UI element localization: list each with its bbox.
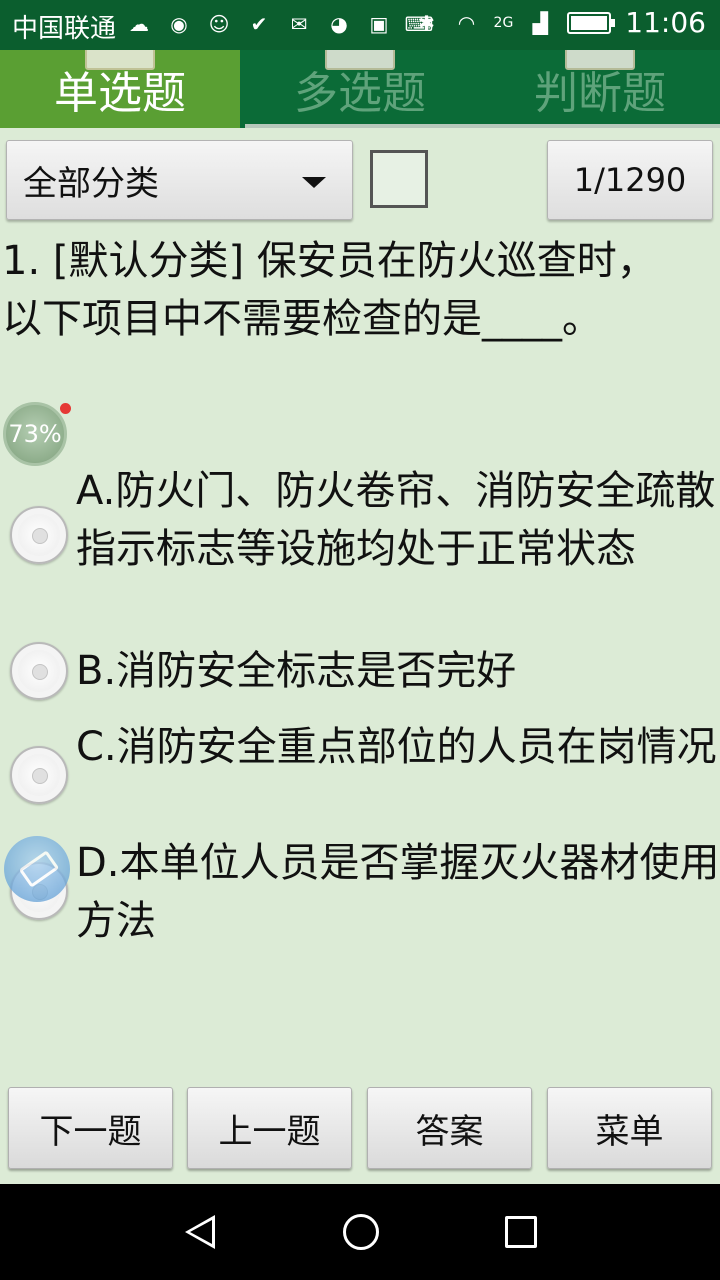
radio-button[interactable] — [10, 642, 68, 700]
cellular-icon: ▟ — [532, 10, 548, 35]
status-bar: 中国联通 ☁ ◉ ☺ ✔ ✉ ◕ ▣ ⌨ ✱ ◠ 2G ▟ 11:06 — [0, 0, 720, 50]
app-icon: ◉ — [170, 12, 188, 36]
category-value: 全部分类 — [23, 163, 159, 204]
radio-button[interactable] — [10, 506, 68, 564]
next-question-button[interactable]: 下一题 — [8, 1087, 173, 1169]
wifi-icon: ◠ — [457, 10, 476, 35]
category-dropdown[interactable]: 全部分类 — [6, 140, 353, 220]
progress-badge[interactable]: 73% — [3, 402, 67, 466]
option-label: B.消防安全标志是否完好 — [76, 648, 517, 694]
option-label: A.防火门、防火卷帘、消防安全疏散指示标志等设施均处于正常状态 — [76, 468, 716, 572]
bluetooth-icon: ✱ — [418, 10, 435, 35]
tab-multiple-choice[interactable]: 多选题 — [240, 50, 480, 128]
notification-icons: ☁ ◉ ☺ ✔ ✉ ◕ ▣ ⌨ — [126, 10, 433, 38]
radio-button[interactable] — [10, 746, 68, 804]
home-icon[interactable] — [343, 1214, 379, 1250]
back-icon[interactable] — [185, 1215, 215, 1249]
option-label: C.消防安全重点部位的人员在岗情况 — [76, 724, 717, 770]
face-icon: ☺ — [208, 12, 230, 36]
battery-icon — [567, 11, 616, 34]
tab-single-choice[interactable]: 单选题 — [0, 50, 240, 128]
answer-button[interactable]: 答案 — [367, 1087, 532, 1169]
mail-icon: ✉ — [290, 12, 308, 36]
option-label: D.本单位人员是否掌握灭火器材使用方法 — [76, 840, 720, 944]
prev-question-button[interactable]: 上一题 — [187, 1087, 352, 1169]
image-icon: ▣ — [369, 12, 389, 36]
question-counter-button[interactable]: 1/1290 — [547, 140, 713, 220]
bookmark-checkbox[interactable] — [370, 150, 428, 208]
weather-icon: ☁ — [129, 12, 149, 36]
signal-app-icon: ✔ — [250, 12, 268, 36]
tab-divider — [245, 124, 720, 128]
chevron-down-icon — [302, 177, 326, 188]
network-type: 2G — [493, 14, 514, 31]
question-type-tabs: 单选题 多选题 判断题 — [0, 50, 720, 128]
recent-apps-icon[interactable] — [505, 1216, 537, 1248]
menu-button[interactable]: 菜单 — [547, 1087, 712, 1169]
question-text: 1. [默认分类] 保安员在防火巡查时，以下项目中不需要检查的是____。 — [2, 238, 657, 342]
tab-true-false[interactable]: 判断题 — [480, 50, 720, 128]
carrier-label: 中国联通 — [12, 14, 117, 44]
floating-assist-icon[interactable] — [4, 836, 70, 902]
clock: 11:06 — [625, 6, 706, 39]
notification-dot — [60, 403, 71, 414]
browser-icon: ◕ — [330, 12, 348, 36]
